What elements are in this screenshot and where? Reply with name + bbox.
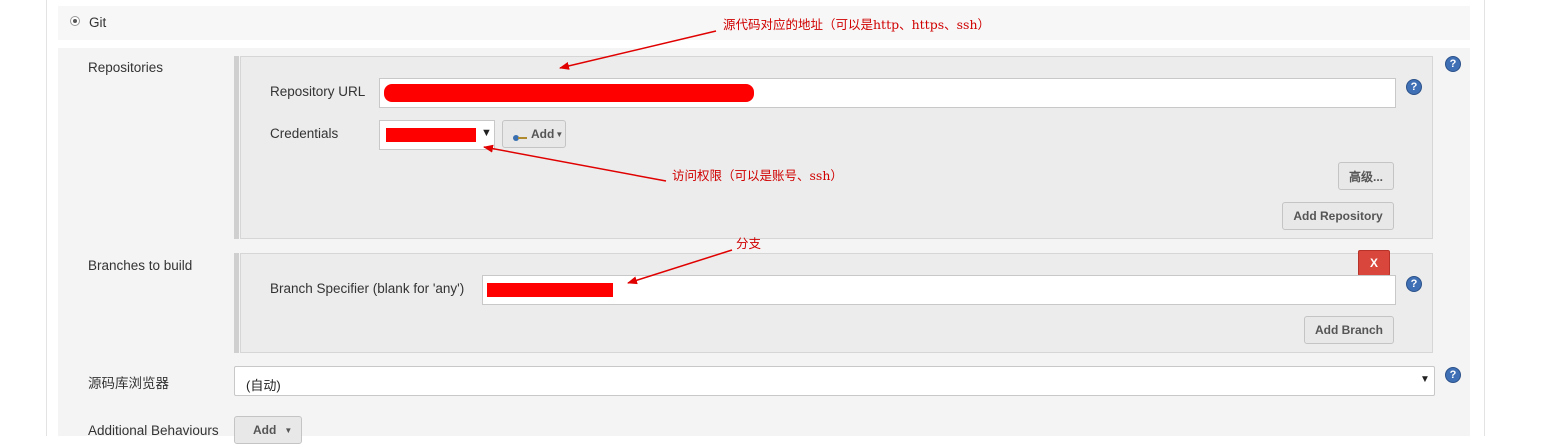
caret-down-icon: ▼: [284, 425, 293, 435]
branch-specifier-label: Branch Specifier (blank for 'any'): [270, 281, 465, 296]
additional-behaviours-add-button[interactable]: Add ▼: [234, 416, 302, 444]
add-repository-button[interactable]: Add Repository: [1282, 202, 1394, 230]
redaction-mark: [386, 128, 476, 142]
repositories-help-icon[interactable]: ?: [1445, 56, 1461, 72]
redaction-mark: [487, 283, 613, 297]
branch-specifier-help-icon[interactable]: ?: [1406, 276, 1422, 292]
caret-down-icon: ▼: [1420, 374, 1430, 385]
repositories-bar: [234, 56, 239, 239]
repository-url-label: Repository URL: [270, 84, 366, 99]
repository-browser-select[interactable]: [234, 366, 1435, 396]
caret-down-icon: ▼: [481, 127, 492, 139]
credentials-annotation: 访问权限（可以是账号、ssh）: [672, 168, 843, 183]
repository-browser-value: (自动): [246, 378, 281, 393]
branch-specifier-input[interactable]: [482, 275, 1396, 305]
repository-url-help-icon[interactable]: ?: [1406, 79, 1422, 95]
branches-bar: [234, 253, 239, 353]
url-annotation: 源代码对应的地址（可以是http、https、ssh）: [723, 17, 990, 32]
key-icon: [513, 131, 527, 141]
additional-behaviours-add-label: Add: [253, 423, 277, 437]
git-label: Git: [89, 15, 107, 30]
repository-browser-label: 源码库浏览器: [88, 376, 169, 391]
repositories-label: Repositories: [88, 60, 164, 75]
credentials-label: Credentials: [270, 126, 339, 141]
repository-browser-help-icon[interactable]: ?: [1445, 367, 1461, 383]
caret-down-icon: ▼: [555, 129, 564, 139]
advanced-button[interactable]: 高级...: [1338, 162, 1394, 190]
credentials-add-label: Add: [531, 127, 555, 141]
git-radio[interactable]: [70, 16, 80, 26]
delete-branch-button[interactable]: X: [1358, 250, 1390, 276]
add-branch-button[interactable]: Add Branch: [1304, 316, 1394, 344]
redaction-mark: [384, 84, 754, 102]
branches-label: Branches to build: [88, 258, 193, 273]
credentials-add-button[interactable]: Add ▼: [502, 120, 566, 148]
branch-annotation: 分支: [736, 236, 762, 251]
